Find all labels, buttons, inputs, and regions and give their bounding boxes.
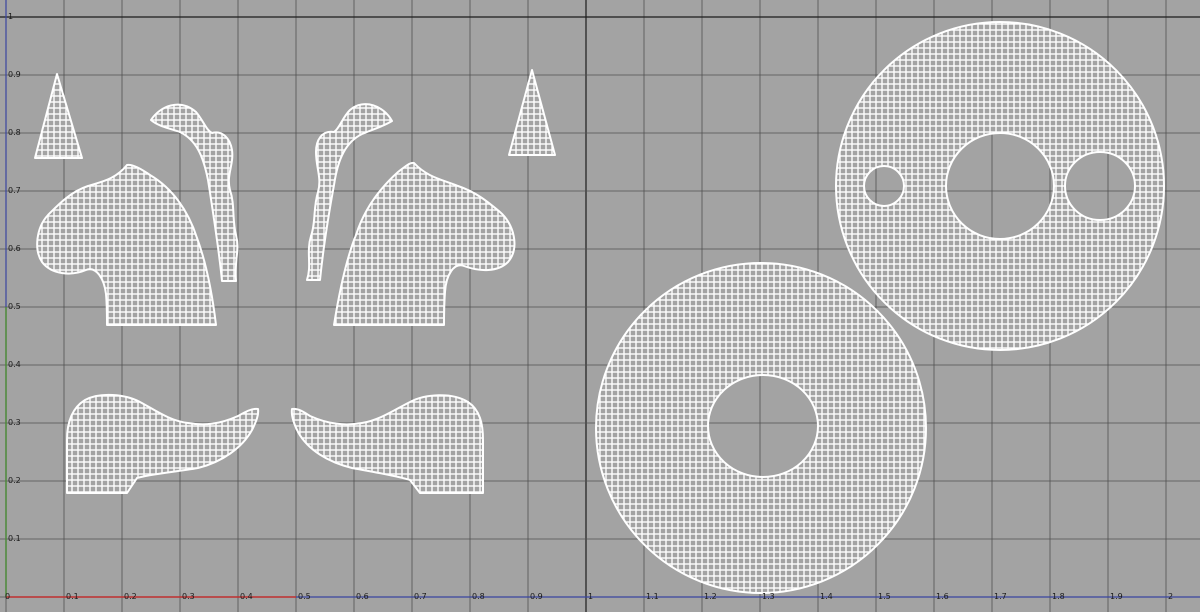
v-tick-label: 0.5 — [8, 302, 21, 311]
u-tick-label: 0.5 — [298, 592, 311, 601]
v-tick-label: 0.1 — [8, 534, 21, 543]
u-tick-label: 0.2 — [124, 592, 137, 601]
u-tick-label: 1.2 — [704, 592, 717, 601]
u-tick-label: 1.5 — [878, 592, 891, 601]
v-tick-label: 0.2 — [8, 476, 21, 485]
u-tick-label: 0.7 — [414, 592, 427, 601]
u-tick-label: 0.8 — [472, 592, 485, 601]
v-tick-label: 0.8 — [8, 128, 21, 137]
v-tick-label: 0.3 — [8, 418, 21, 427]
uv-editor-viewport[interactable]: 0 0.1 0.2 0.3 0.4 0.5 0.6 0.7 0.8 0.9 1 1.1 1.2 1.3 1.… — [0, 0, 1200, 612]
u-tick-label: 0.9 — [530, 592, 543, 601]
u-tick-label: 0.1 — [66, 592, 79, 601]
u-tick-label: 1 — [588, 592, 593, 601]
v-tick-label: 0.7 — [8, 186, 21, 195]
u-tick-label: 1.9 — [1110, 592, 1123, 601]
u-tick-label: 1.7 — [994, 592, 1007, 601]
origin-label: 0 — [5, 592, 10, 601]
u-tick-label: 0.3 — [182, 592, 195, 601]
u-tick-label: 1.1 — [646, 592, 659, 601]
v-tick-label: 0.4 — [8, 360, 21, 369]
u-tick-label: 1.6 — [936, 592, 949, 601]
u-tick-label: 2 — [1168, 592, 1173, 601]
u-tick-label: 1.8 — [1052, 592, 1065, 601]
v-tick-label: 1 — [8, 12, 13, 21]
v-tick-label: 0.6 — [8, 244, 21, 253]
v-tick-label: 0.9 — [8, 70, 21, 79]
u-tick-label: 1.4 — [820, 592, 833, 601]
u-tick-label: 1.3 — [762, 592, 775, 601]
u-tick-label: 0.4 — [240, 592, 253, 601]
u-tick-label: 0.6 — [356, 592, 369, 601]
